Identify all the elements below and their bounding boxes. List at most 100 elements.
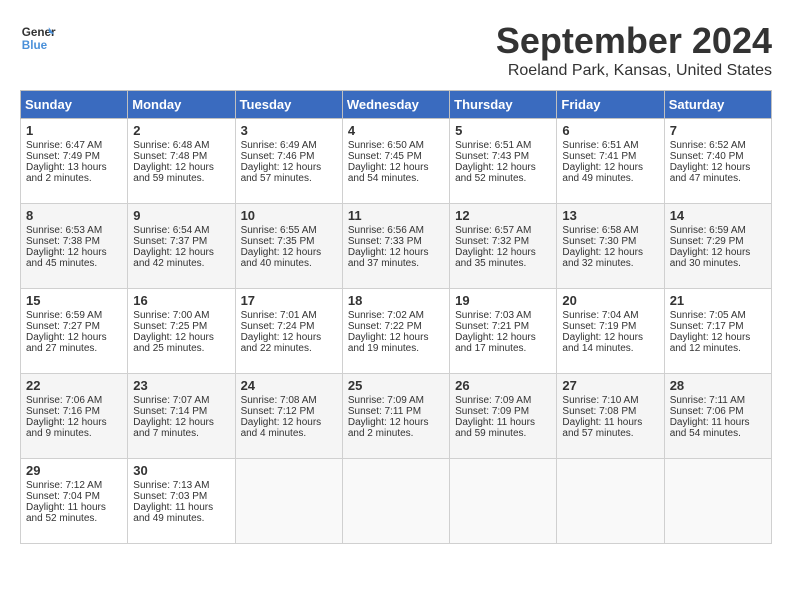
calendar-day: 24 Sunrise: 7:08 AMSunset: 7:12 PMDayligh… — [235, 374, 342, 459]
day-info: Sunrise: 7:02 AM — [348, 310, 444, 321]
day-number: 11 — [348, 208, 444, 223]
weekday-header: Friday — [557, 91, 664, 119]
day-info: Sunrise: 7:04 AM — [562, 310, 658, 321]
day-number: 18 — [348, 293, 444, 308]
day-info: Daylight: 12 hours — [26, 332, 122, 343]
day-info: Sunrise: 7:13 AM — [133, 480, 229, 491]
calendar-table: SundayMondayTuesdayWednesdayThursdayFrid… — [20, 90, 772, 544]
day-info: and 47 minutes. — [670, 173, 766, 184]
calendar-day: 11Sunrise: 6:56 AMSunset: 7:33 PMDayligh… — [342, 204, 449, 289]
calendar-day: 23Sunrise: 7:07 AMSunset: 7:14 PMDayligh… — [128, 374, 235, 459]
day-info: Sunset: 7:29 PM — [670, 236, 766, 247]
calendar-day — [664, 459, 771, 544]
day-info: Daylight: 12 hours — [348, 332, 444, 343]
day-info: Daylight: 12 hours — [241, 162, 337, 173]
day-info: Daylight: 12 hours — [562, 162, 658, 173]
day-info: Sunrise: 7:10 AM — [562, 395, 658, 406]
day-info: and 54 minutes. — [670, 428, 766, 439]
day-info: Sunrise: 7:09 AM — [348, 395, 444, 406]
day-info: Sunrise: 7:08 AM — [241, 395, 337, 406]
weekday-header: Thursday — [450, 91, 557, 119]
day-info: Sunset: 7:14 PM — [133, 406, 229, 417]
day-info: Daylight: 12 hours — [670, 162, 766, 173]
day-info: Sunrise: 7:06 AM — [26, 395, 122, 406]
day-number: 16 — [133, 293, 229, 308]
calendar-day: 16Sunrise: 7:00 AMSunset: 7:25 PMDayligh… — [128, 289, 235, 374]
day-number: 7 — [670, 123, 766, 138]
calendar-day: 6Sunrise: 6:51 AMSunset: 7:41 PMDaylight… — [557, 119, 664, 204]
day-info: Sunrise: 6:58 AM — [562, 225, 658, 236]
day-info: and 57 minutes. — [241, 173, 337, 184]
calendar-day: 10Sunrise: 6:55 AMSunset: 7:35 PMDayligh… — [235, 204, 342, 289]
day-info: Sunset: 7:27 PM — [26, 321, 122, 332]
day-number: 8 — [26, 208, 122, 223]
calendar-day: 18Sunrise: 7:02 AMSunset: 7:22 PMDayligh… — [342, 289, 449, 374]
day-info: Sunset: 7:32 PM — [455, 236, 551, 247]
day-number: 24 — [241, 378, 337, 393]
day-info: Daylight: 12 hours — [26, 247, 122, 258]
calendar-day: 28Sunrise: 7:11 AMSunset: 7:06 PMDayligh… — [664, 374, 771, 459]
day-info: and 54 minutes. — [348, 173, 444, 184]
day-info: and 2 minutes. — [26, 173, 122, 184]
calendar-day: 8Sunrise: 6:53 AMSunset: 7:38 PMDaylight… — [21, 204, 128, 289]
day-number: 1 — [26, 123, 122, 138]
day-info: and 59 minutes. — [133, 173, 229, 184]
day-info: Sunset: 7:40 PM — [670, 151, 766, 162]
day-info: and 30 minutes. — [670, 258, 766, 269]
day-info: Sunrise: 7:11 AM — [670, 395, 766, 406]
day-info: and 27 minutes. — [26, 343, 122, 354]
day-info: and 32 minutes. — [562, 258, 658, 269]
day-info: Daylight: 12 hours — [133, 332, 229, 343]
calendar-day — [557, 459, 664, 544]
day-info: Daylight: 12 hours — [670, 332, 766, 343]
calendar-week: 22Sunrise: 7:06 AMSunset: 7:16 PMDayligh… — [21, 374, 772, 459]
day-info: Daylight: 12 hours — [348, 417, 444, 428]
calendar-day: 22Sunrise: 7:06 AMSunset: 7:16 PMDayligh… — [21, 374, 128, 459]
calendar-day: 26Sunrise: 7:09 AMSunset: 7:09 PMDayligh… — [450, 374, 557, 459]
day-info: Sunset: 7:45 PM — [348, 151, 444, 162]
month-title: September 2024 — [496, 20, 772, 62]
day-info: Sunset: 7:12 PM — [241, 406, 337, 417]
day-info: Sunset: 7:25 PM — [133, 321, 229, 332]
calendar-day: 1Sunrise: 6:47 AMSunset: 7:49 PMDaylight… — [21, 119, 128, 204]
calendar-day: 17Sunrise: 7:01 AMSunset: 7:24 PMDayligh… — [235, 289, 342, 374]
day-number: 2 — [133, 123, 229, 138]
day-number: 5 — [455, 123, 551, 138]
day-info: Sunset: 7:11 PM — [348, 406, 444, 417]
day-info: Daylight: 12 hours — [241, 247, 337, 258]
day-info: Sunrise: 6:47 AM — [26, 140, 122, 151]
title-block: September 2024 Roeland Park, Kansas, Uni… — [496, 20, 772, 80]
day-info: Sunrise: 6:50 AM — [348, 140, 444, 151]
calendar-day: 29Sunrise: 7:12 AMSunset: 7:04 PMDayligh… — [21, 459, 128, 544]
day-info: Daylight: 12 hours — [348, 162, 444, 173]
day-number: 29 — [26, 463, 122, 478]
day-info: Daylight: 12 hours — [455, 247, 551, 258]
day-info: Sunrise: 7:01 AM — [241, 310, 337, 321]
day-info: Sunset: 7:04 PM — [26, 491, 122, 502]
day-info: Daylight: 12 hours — [455, 332, 551, 343]
day-number: 28 — [670, 378, 766, 393]
day-info: Daylight: 12 hours — [348, 247, 444, 258]
weekday-header: Tuesday — [235, 91, 342, 119]
calendar-day: 15Sunrise: 6:59 AMSunset: 7:27 PMDayligh… — [21, 289, 128, 374]
calendar-day: 14Sunrise: 6:59 AMSunset: 7:29 PMDayligh… — [664, 204, 771, 289]
calendar-day: 30Sunrise: 7:13 AMSunset: 7:03 PMDayligh… — [128, 459, 235, 544]
day-info: Sunset: 7:24 PM — [241, 321, 337, 332]
day-info: Daylight: 12 hours — [241, 417, 337, 428]
day-info: Sunrise: 6:51 AM — [455, 140, 551, 151]
calendar-day: 12Sunrise: 6:57 AMSunset: 7:32 PMDayligh… — [450, 204, 557, 289]
day-info: Sunrise: 7:05 AM — [670, 310, 766, 321]
day-info: Daylight: 12 hours — [455, 162, 551, 173]
day-info: and 14 minutes. — [562, 343, 658, 354]
calendar-day: 9Sunrise: 6:54 AMSunset: 7:37 PMDaylight… — [128, 204, 235, 289]
day-info: Sunrise: 6:52 AM — [670, 140, 766, 151]
day-info: Sunset: 7:19 PM — [562, 321, 658, 332]
day-info: and 40 minutes. — [241, 258, 337, 269]
day-info: Sunset: 7:06 PM — [670, 406, 766, 417]
svg-text:Blue: Blue — [22, 39, 48, 52]
calendar-day: 25Sunrise: 7:09 AMSunset: 7:11 PMDayligh… — [342, 374, 449, 459]
day-number: 17 — [241, 293, 337, 308]
day-info: Sunset: 7:38 PM — [26, 236, 122, 247]
day-info: and 9 minutes. — [26, 428, 122, 439]
day-number: 21 — [670, 293, 766, 308]
